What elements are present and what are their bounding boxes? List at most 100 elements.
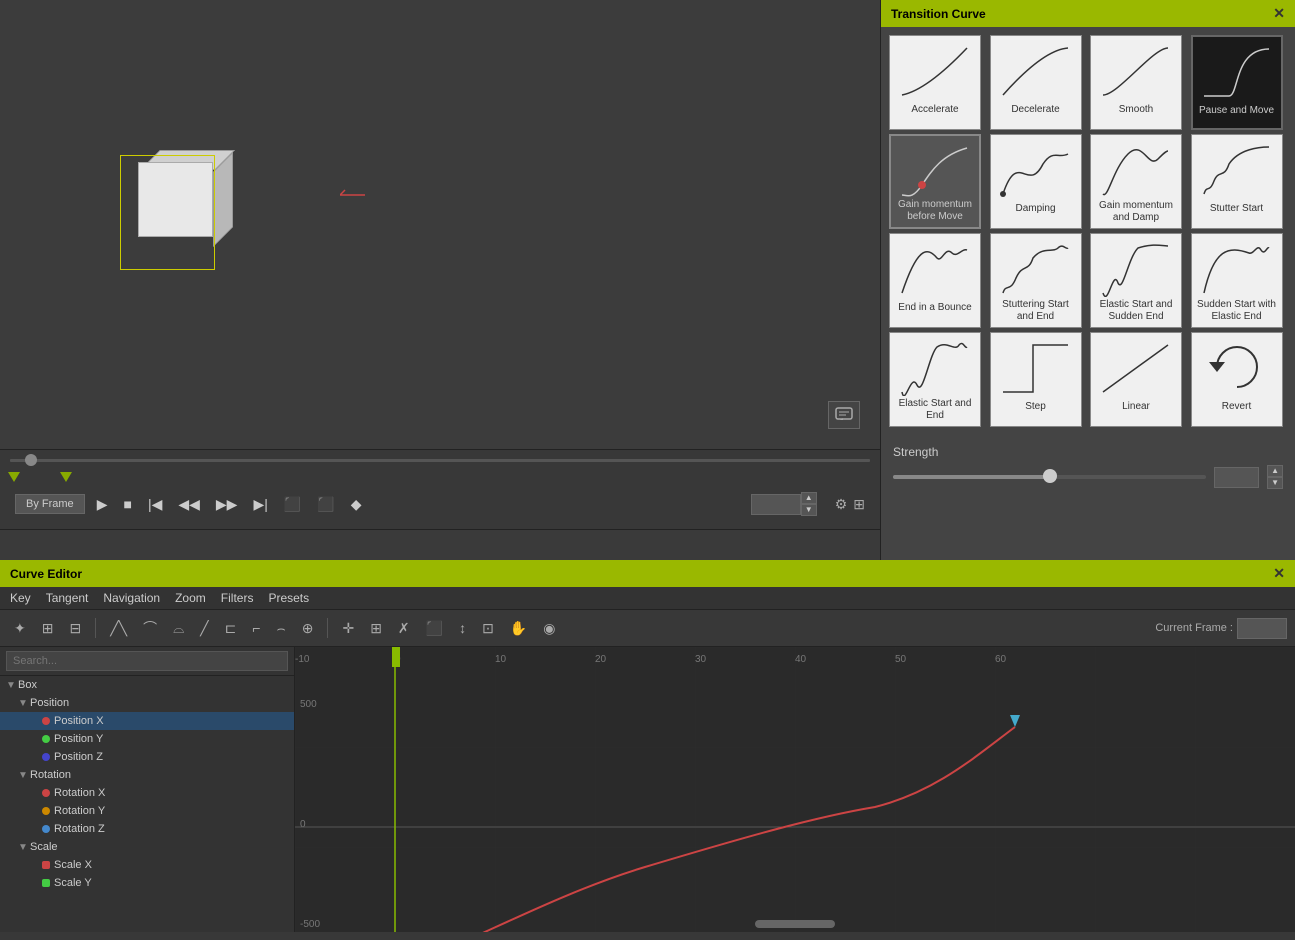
strength-input[interactable]: 50 xyxy=(1214,467,1259,488)
scrubber-thumb[interactable] xyxy=(25,454,37,466)
menu-zoom[interactable]: Zoom xyxy=(175,591,206,605)
menu-tangent[interactable]: Tangent xyxy=(46,591,89,605)
frame-down-button[interactable]: ▼ xyxy=(801,504,817,516)
tangent-overshoot[interactable]: ⊕ xyxy=(296,616,320,641)
tree-item-position-y[interactable]: Position Y xyxy=(0,730,294,748)
tree-item-scale[interactable]: ▼ Scale xyxy=(0,838,294,856)
tree-item-scale-x[interactable]: Scale X xyxy=(0,856,294,874)
tree-item-rotation-z[interactable]: Rotation Z xyxy=(0,820,294,838)
toggle-button[interactable]: ⬛ xyxy=(313,494,338,515)
current-frame-input[interactable]: 1 xyxy=(1237,618,1287,639)
panel-close-button[interactable]: ✕ xyxy=(1273,5,1285,22)
curve-thumbnail-gain-damp xyxy=(1098,139,1174,198)
strength-down-button[interactable]: ▼ xyxy=(1267,477,1283,489)
axis-indicator xyxy=(340,185,370,208)
go-to-start-button[interactable]: |◀ xyxy=(144,494,166,515)
curve-area[interactable]: -10 0 10 20 30 40 50 60 500 0 -500 xyxy=(295,647,1295,932)
tree-label-rotation-y: Rotation Y xyxy=(54,805,105,817)
menu-navigation[interactable]: Navigation xyxy=(103,591,160,605)
grid-icon[interactable]: ⊞ xyxy=(853,496,865,513)
tree-item-position[interactable]: ▼ Position xyxy=(0,694,294,712)
svg-text:-10: -10 xyxy=(295,654,310,665)
curve-item-revert[interactable]: Revert xyxy=(1191,332,1283,427)
settings-icon[interactable]: ⚙ xyxy=(835,496,848,513)
curve-item-elastic-start[interactable]: Elastic Start and Sudden End xyxy=(1090,233,1182,328)
curve-label-accelerate: Accelerate xyxy=(911,104,958,116)
tangent-plateau[interactable]: ⌢ xyxy=(271,616,292,641)
tree-item-position-z[interactable]: Position Z xyxy=(0,748,294,766)
curve-label-elastic-end: Sudden Start with Elastic End xyxy=(1194,299,1280,323)
select-tool[interactable]: ✦ xyxy=(8,616,32,641)
curve-item-smooth[interactable]: Smooth xyxy=(1090,35,1182,130)
search-bar xyxy=(0,647,294,676)
tangent-corner[interactable]: ⌓ xyxy=(167,616,190,641)
layer-tool[interactable]: ⊟ xyxy=(63,616,87,641)
strength-track[interactable] xyxy=(893,475,1206,479)
tree-item-box[interactable]: ▼ Box xyxy=(0,676,294,694)
tree-item-scale-y[interactable]: Scale Y xyxy=(0,874,294,892)
curve-item-pause-and-move[interactable]: Pause and Move xyxy=(1191,35,1283,130)
tree-item-rotation-x[interactable]: Rotation X xyxy=(0,784,294,802)
menu-filters[interactable]: Filters xyxy=(221,591,254,605)
tangent-smooth[interactable]: ⌒ xyxy=(137,614,163,642)
tangent-linear[interactable]: ╱ xyxy=(194,616,214,641)
tree-icon-position-y xyxy=(42,735,50,743)
curve-thumbnail-linear xyxy=(1098,337,1174,399)
hand-tool[interactable]: ✋ xyxy=(504,616,533,641)
curve-item-gain-damp[interactable]: Gain momentum and Damp xyxy=(1090,134,1182,229)
strength-up-button[interactable]: ▲ xyxy=(1267,465,1283,477)
menu-key[interactable]: Key xyxy=(10,591,31,605)
comment-icon[interactable] xyxy=(828,401,860,429)
group-tool[interactable]: ⊞ xyxy=(36,616,60,641)
strength-thumb[interactable] xyxy=(1043,469,1057,483)
start-marker[interactable] xyxy=(8,472,20,482)
curve-item-elastic-both[interactable]: Elastic Start and End xyxy=(889,332,981,427)
frame-input[interactable]: 1 xyxy=(751,494,801,515)
key-button[interactable]: ◆ xyxy=(347,494,366,515)
buffer-tool[interactable]: ⊡ xyxy=(476,616,500,641)
curve-item-end-bounce[interactable]: End in a Bounce xyxy=(889,233,981,328)
svg-text:30: 30 xyxy=(695,654,707,665)
move-tool[interactable]: ✛ xyxy=(336,616,360,641)
curve-item-gain-momentum[interactable]: Gain momentum before Move xyxy=(889,134,981,229)
curve-scrollbar[interactable] xyxy=(755,920,835,928)
curve-item-accelerate[interactable]: Accelerate xyxy=(889,35,981,130)
frame-tool[interactable]: ⬛ xyxy=(420,616,449,641)
end-marker[interactable] xyxy=(60,472,72,482)
tree-arrow-rotation: ▼ xyxy=(18,770,30,781)
next-frame-button[interactable]: ▶▶ xyxy=(212,494,242,515)
curve-item-damping[interactable]: Damping xyxy=(990,134,1082,229)
normalize-tool[interactable]: ↕ xyxy=(453,616,472,640)
loop-button[interactable]: ⬛ xyxy=(280,494,305,515)
curve-thumbnail-smooth xyxy=(1098,40,1174,102)
strength-section: Strength 50 ▲ ▼ xyxy=(881,435,1295,499)
tree-item-rotation[interactable]: ▼ Rotation xyxy=(0,766,294,784)
curve-item-linear[interactable]: Linear xyxy=(1090,332,1182,427)
delete-tool[interactable]: ✗ xyxy=(392,616,416,641)
frame-mode-button[interactable]: By Frame xyxy=(15,494,85,514)
prev-frame-button[interactable]: ◀◀ xyxy=(174,494,204,515)
tangent-clamp[interactable]: ⌐ xyxy=(246,616,266,640)
insert-tool[interactable]: ⊞ xyxy=(364,616,388,641)
curve-item-elastic-end[interactable]: Sudden Start with Elastic End xyxy=(1191,233,1283,328)
menu-presets[interactable]: Presets xyxy=(268,591,309,605)
tangent-step[interactable]: ⊏ xyxy=(219,616,243,641)
scrubber-row[interactable] xyxy=(0,450,880,470)
search-input[interactable] xyxy=(6,651,288,671)
stop-button[interactable]: ■ xyxy=(119,494,135,514)
tree-item-rotation-y[interactable]: Rotation Y xyxy=(0,802,294,820)
curve-label-pause-and-move: Pause and Move xyxy=(1199,105,1274,117)
svg-text:20: 20 xyxy=(595,654,607,665)
tangent-all[interactable]: ╱╲ xyxy=(104,616,133,641)
tree-item-position-x[interactable]: Position X xyxy=(0,712,294,730)
curve-item-decelerate[interactable]: Decelerate xyxy=(990,35,1082,130)
curve-item-stutter-start[interactable]: Stutter Start xyxy=(1191,134,1283,229)
curve-item-stutter-both[interactable]: Stuttering Start and End xyxy=(990,233,1082,328)
frame-up-button[interactable]: ▲ xyxy=(801,492,817,504)
curve-item-step[interactable]: Step xyxy=(990,332,1082,427)
go-to-end-button[interactable]: ▶| xyxy=(249,494,271,515)
curve-editor-close[interactable]: ✕ xyxy=(1273,565,1285,582)
info-tool[interactable]: ◉ xyxy=(537,616,561,641)
sep-1 xyxy=(95,618,96,638)
play-button[interactable]: ▶ xyxy=(93,494,112,515)
